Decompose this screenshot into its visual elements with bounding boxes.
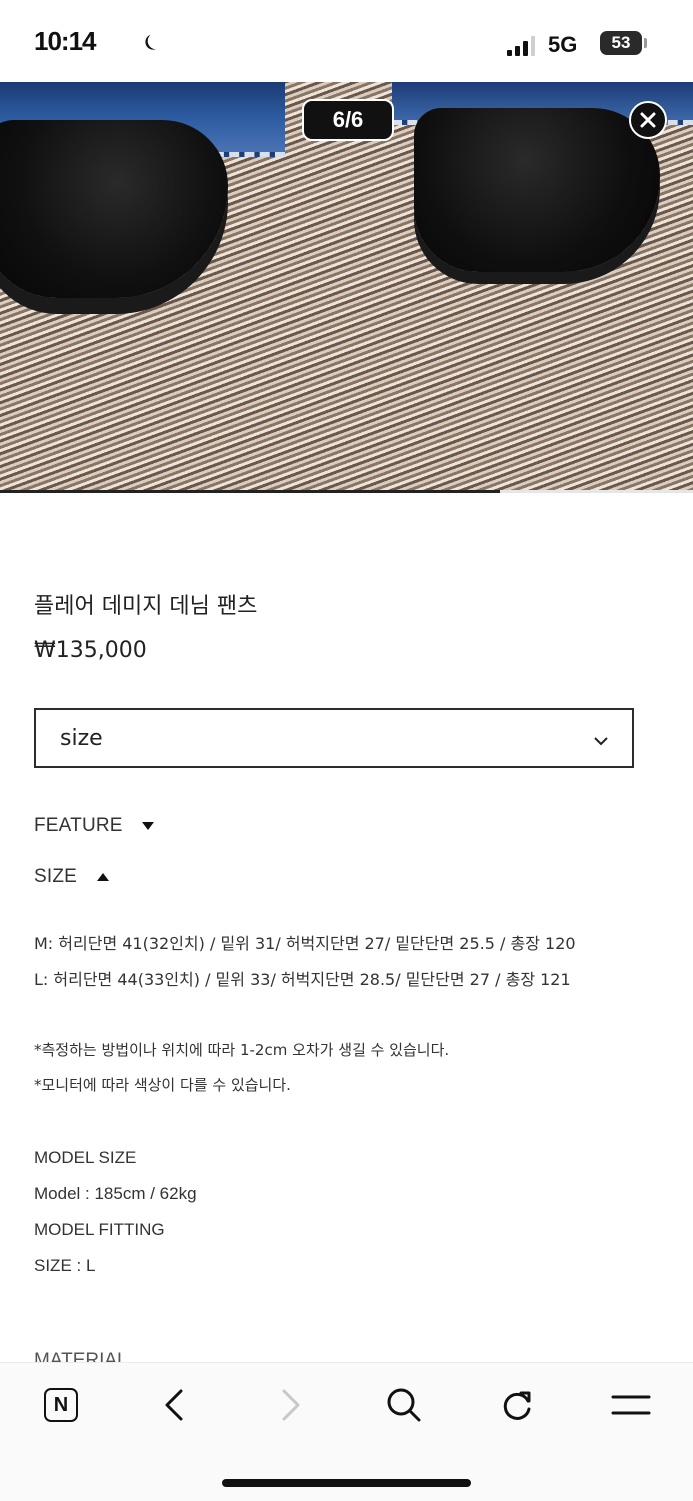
- gallery-progress-fill: [0, 490, 501, 493]
- product-image[interactable]: [0, 82, 693, 492]
- feature-label: FEATURE: [34, 815, 123, 836]
- chevron-right-icon: [282, 1389, 300, 1421]
- hamburger-menu-icon: [611, 1395, 651, 1415]
- network-label: 5G: [548, 32, 578, 57]
- status-time: 10:14: [34, 26, 96, 56]
- measurement-note: *측정하는 방법이나 위치에 따라 1-2cm 오차가 생길 수 있습니다.: [34, 1041, 450, 1059]
- left-shoe: [0, 120, 228, 298]
- close-button[interactable]: [629, 101, 667, 139]
- chevron-left-icon: [165, 1389, 183, 1421]
- size-detail-l: L: 허리단면 44(33인치) / 밑위 33/ 허벅지단면 28.5/ 밑단…: [34, 970, 571, 989]
- forward-button[interactable]: [266, 1381, 314, 1429]
- home-indicator: [222, 1479, 471, 1487]
- back-button[interactable]: [151, 1381, 199, 1429]
- naver-home-button[interactable]: N: [37, 1381, 85, 1429]
- refresh-icon: [503, 1391, 531, 1420]
- model-size-value: Model : 185cm / 62kg: [34, 1184, 197, 1203]
- gallery-progress-track: [0, 490, 693, 493]
- model-fitting-value: SIZE : L: [34, 1256, 96, 1275]
- signal-icon: [507, 36, 535, 56]
- chevron-down-icon: [594, 737, 608, 746]
- search-icon: [387, 1388, 421, 1422]
- triangle-down-icon: [142, 821, 155, 830]
- menu-button[interactable]: [607, 1381, 655, 1429]
- status-bar: 10:14 5G 53: [0, 0, 693, 82]
- size-select[interactable]: size: [34, 708, 634, 768]
- feature-toggle[interactable]: FEATURE: [34, 815, 155, 837]
- search-button[interactable]: [380, 1381, 428, 1429]
- triangle-up-icon: [96, 872, 109, 881]
- product-price: ₩135,000: [34, 638, 147, 663]
- color-note: *모니터에 따라 색상이 다를 수 있습니다.: [34, 1076, 291, 1094]
- battery-tip: [644, 38, 647, 48]
- size-toggle[interactable]: SIZE: [34, 866, 109, 888]
- right-shoe: [414, 108, 660, 272]
- size-label: SIZE: [34, 866, 78, 887]
- browser-toolbar: N: [0, 1362, 693, 1501]
- refresh-button[interactable]: [493, 1381, 541, 1429]
- battery-indicator: 53: [600, 31, 642, 55]
- naver-logo-icon: N: [44, 1388, 78, 1422]
- model-size-heading: MODEL SIZE: [34, 1148, 137, 1167]
- image-counter: 6/6: [302, 99, 394, 141]
- size-detail-m: M: 허리단면 41(32인치) / 밑위 31/ 허벅지단면 27/ 밑단단면…: [34, 934, 576, 953]
- model-fitting-heading: MODEL FITTING: [34, 1220, 165, 1239]
- close-icon: [640, 112, 656, 128]
- material-section-partial[interactable]: MATERIAL: [34, 1350, 128, 1362]
- size-select-value: size: [60, 726, 103, 751]
- moon-icon: [145, 34, 156, 50]
- product-name: 플레어 데미지 데님 팬츠: [34, 594, 258, 619]
